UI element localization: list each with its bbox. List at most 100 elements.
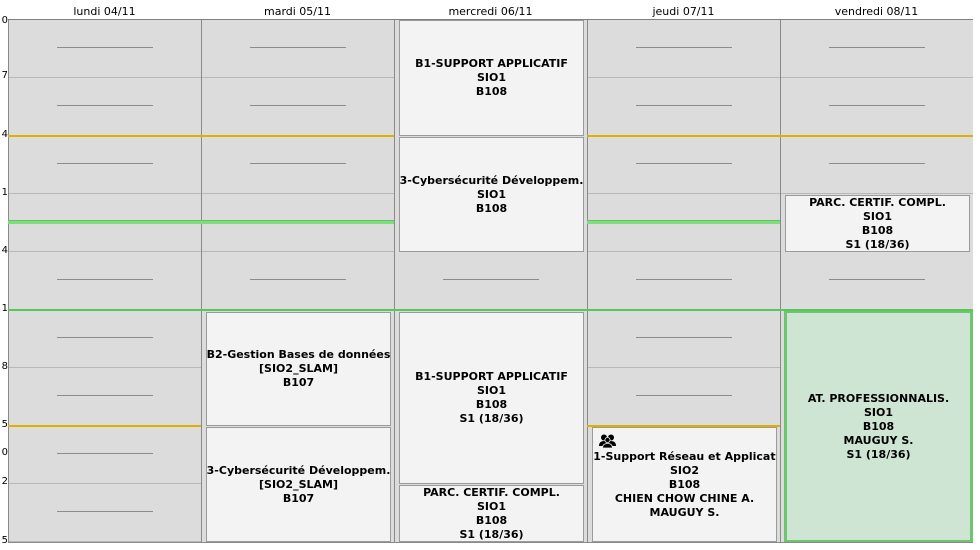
event-title: B2-Gestion Bases de données — [206, 348, 391, 361]
course-event[interactable]: PARC. CERTIF. COMPL. SIO1 B108 S1 (18/36… — [399, 485, 584, 542]
time-tick: 5 — [1, 536, 8, 546]
time-marker-line — [8, 220, 394, 224]
free-slot[interactable] — [588, 136, 780, 194]
time-tick: 0 — [1, 448, 8, 458]
free-slot[interactable] — [395, 252, 587, 310]
event-title: B1-SUPPORT APPLICATIF — [415, 57, 568, 70]
free-slot[interactable] — [202, 252, 394, 310]
day-header-friday[interactable]: vendredi 08/11 — [780, 0, 973, 19]
event-title: PARC. CERTIF. COMPL. — [809, 195, 946, 209]
free-slot[interactable] — [781, 78, 973, 136]
event-title: PARC. CERTIF. COMPL. — [423, 485, 560, 499]
slot-marker — [250, 105, 346, 106]
time-tick: 4 — [1, 130, 8, 140]
slot-marker — [250, 163, 346, 164]
free-slot[interactable] — [9, 426, 201, 484]
slot-marker — [636, 105, 732, 106]
event-room: B108 — [862, 419, 895, 433]
time-marker-line — [8, 425, 201, 427]
day-column-monday — [8, 20, 201, 543]
event-group: SIO1 — [476, 499, 507, 513]
slot-marker — [250, 279, 346, 280]
slot-marker — [57, 337, 153, 338]
day-header-wednesday[interactable]: mercredi 06/11 — [394, 0, 587, 19]
free-slot[interactable] — [588, 78, 780, 136]
day-column-wednesday: B1-SUPPORT APPLICATIF SIO1 B108 B3-Cyber… — [394, 20, 587, 543]
event-room: B108 — [475, 398, 508, 411]
slot-marker — [57, 453, 153, 454]
event-session: S1 (18/36) — [459, 412, 524, 425]
slot-marker — [636, 395, 732, 396]
slot-marker — [829, 47, 925, 48]
event-room: B107 — [282, 376, 315, 389]
slot-marker — [829, 279, 925, 280]
free-slot[interactable] — [588, 368, 780, 426]
event-title: B3-Cybersécurité Développem... — [206, 463, 391, 477]
event-group: SIO2 — [669, 463, 700, 477]
free-slot[interactable] — [588, 252, 780, 310]
free-slot[interactable] — [9, 78, 201, 136]
free-slot[interactable] — [781, 252, 973, 310]
slot-marker — [636, 47, 732, 48]
day-header-monday[interactable]: lundi 04/11 — [8, 0, 201, 19]
slot-marker — [636, 279, 732, 280]
free-slot[interactable] — [9, 252, 201, 310]
slot-marker — [57, 511, 153, 512]
day-column-friday: PARC. CERTIF. COMPL. SIO1 B108 S1 (18/36… — [780, 20, 973, 543]
free-slot[interactable] — [202, 78, 394, 136]
time-marker-line — [587, 135, 973, 137]
slot-marker — [636, 163, 732, 164]
professional-event[interactable]: AT. PROFESSIONNALIS. SIO1 B108 MAUGUY S.… — [784, 310, 973, 543]
event-room: B108 — [668, 477, 701, 491]
day-header-tuesday[interactable]: mardi 05/11 — [201, 0, 394, 19]
course-event[interactable]: B3-Cybersécurité Développem... [SIO2_SLA… — [206, 427, 391, 542]
time-marker-line — [587, 425, 780, 427]
event-session: S1 (18/36) — [845, 237, 910, 251]
course-event[interactable]: B1-Support Réseau et Applicatif SIO2 B10… — [592, 427, 777, 542]
time-ruler: 0 7 4 1 4 1 8 5 0 2 5 — [0, 0, 8, 550]
event-teacher: MAUGUY S. — [649, 505, 720, 519]
course-event[interactable]: B2-Gestion Bases de données [SIO2_SLAM] … — [206, 312, 391, 426]
midday-line — [8, 309, 973, 311]
week-grid: B2-Gestion Bases de données [SIO2_SLAM] … — [8, 19, 973, 543]
time-tick: 0 — [1, 16, 8, 26]
course-event[interactable]: B1-SUPPORT APPLICATIF SIO1 B108 S1 (18/3… — [399, 312, 584, 484]
course-event[interactable]: B1-SUPPORT APPLICATIF SIO1 B108 — [399, 20, 584, 136]
event-title: B1-Support Réseau et Applicatif — [592, 449, 777, 463]
day-header-thursday[interactable]: jeudi 07/11 — [587, 0, 780, 19]
week-header: lundi 04/11 mardi 05/11 mercredi 06/11 j… — [8, 0, 972, 19]
slot-marker — [57, 47, 153, 48]
free-slot[interactable] — [588, 310, 780, 368]
slot-marker — [829, 163, 925, 164]
event-session: S1 (18/36) — [459, 527, 524, 541]
event-group: SIO1 — [863, 405, 894, 419]
event-room: B108 — [861, 223, 894, 237]
time-tick: 4 — [1, 246, 8, 256]
slot-marker — [636, 337, 732, 338]
slot-marker — [250, 47, 346, 48]
time-tick: 1 — [1, 304, 8, 314]
free-slot[interactable] — [9, 136, 201, 194]
event-group: SIO1 — [476, 384, 507, 397]
free-slot[interactable] — [9, 368, 201, 426]
free-slot[interactable] — [9, 20, 201, 78]
free-slot[interactable] — [202, 20, 394, 78]
time-tick: 1 — [1, 188, 8, 198]
day-column-tuesday: B2-Gestion Bases de données [SIO2_SLAM] … — [201, 20, 394, 543]
event-group: SIO1 — [862, 209, 893, 223]
event-group: SIO1 — [476, 71, 507, 84]
free-slot[interactable] — [9, 484, 201, 542]
time-tick: 7 — [1, 71, 8, 81]
event-room: B107 — [282, 491, 315, 505]
free-slot[interactable] — [588, 20, 780, 78]
course-event[interactable]: PARC. CERTIF. COMPL. SIO1 B108 S1 (18/36… — [785, 195, 970, 252]
time-marker-line — [587, 220, 780, 224]
slot-marker — [57, 279, 153, 280]
free-slot[interactable] — [781, 136, 973, 194]
event-teacher: MAUGUY S. — [843, 433, 914, 447]
free-slot[interactable] — [781, 20, 973, 78]
time-tick: 5 — [1, 420, 8, 430]
course-event[interactable]: B3-Cybersécurité Développem... SIO1 B108 — [399, 137, 584, 252]
free-slot[interactable] — [9, 310, 201, 368]
free-slot[interactable] — [202, 136, 394, 194]
